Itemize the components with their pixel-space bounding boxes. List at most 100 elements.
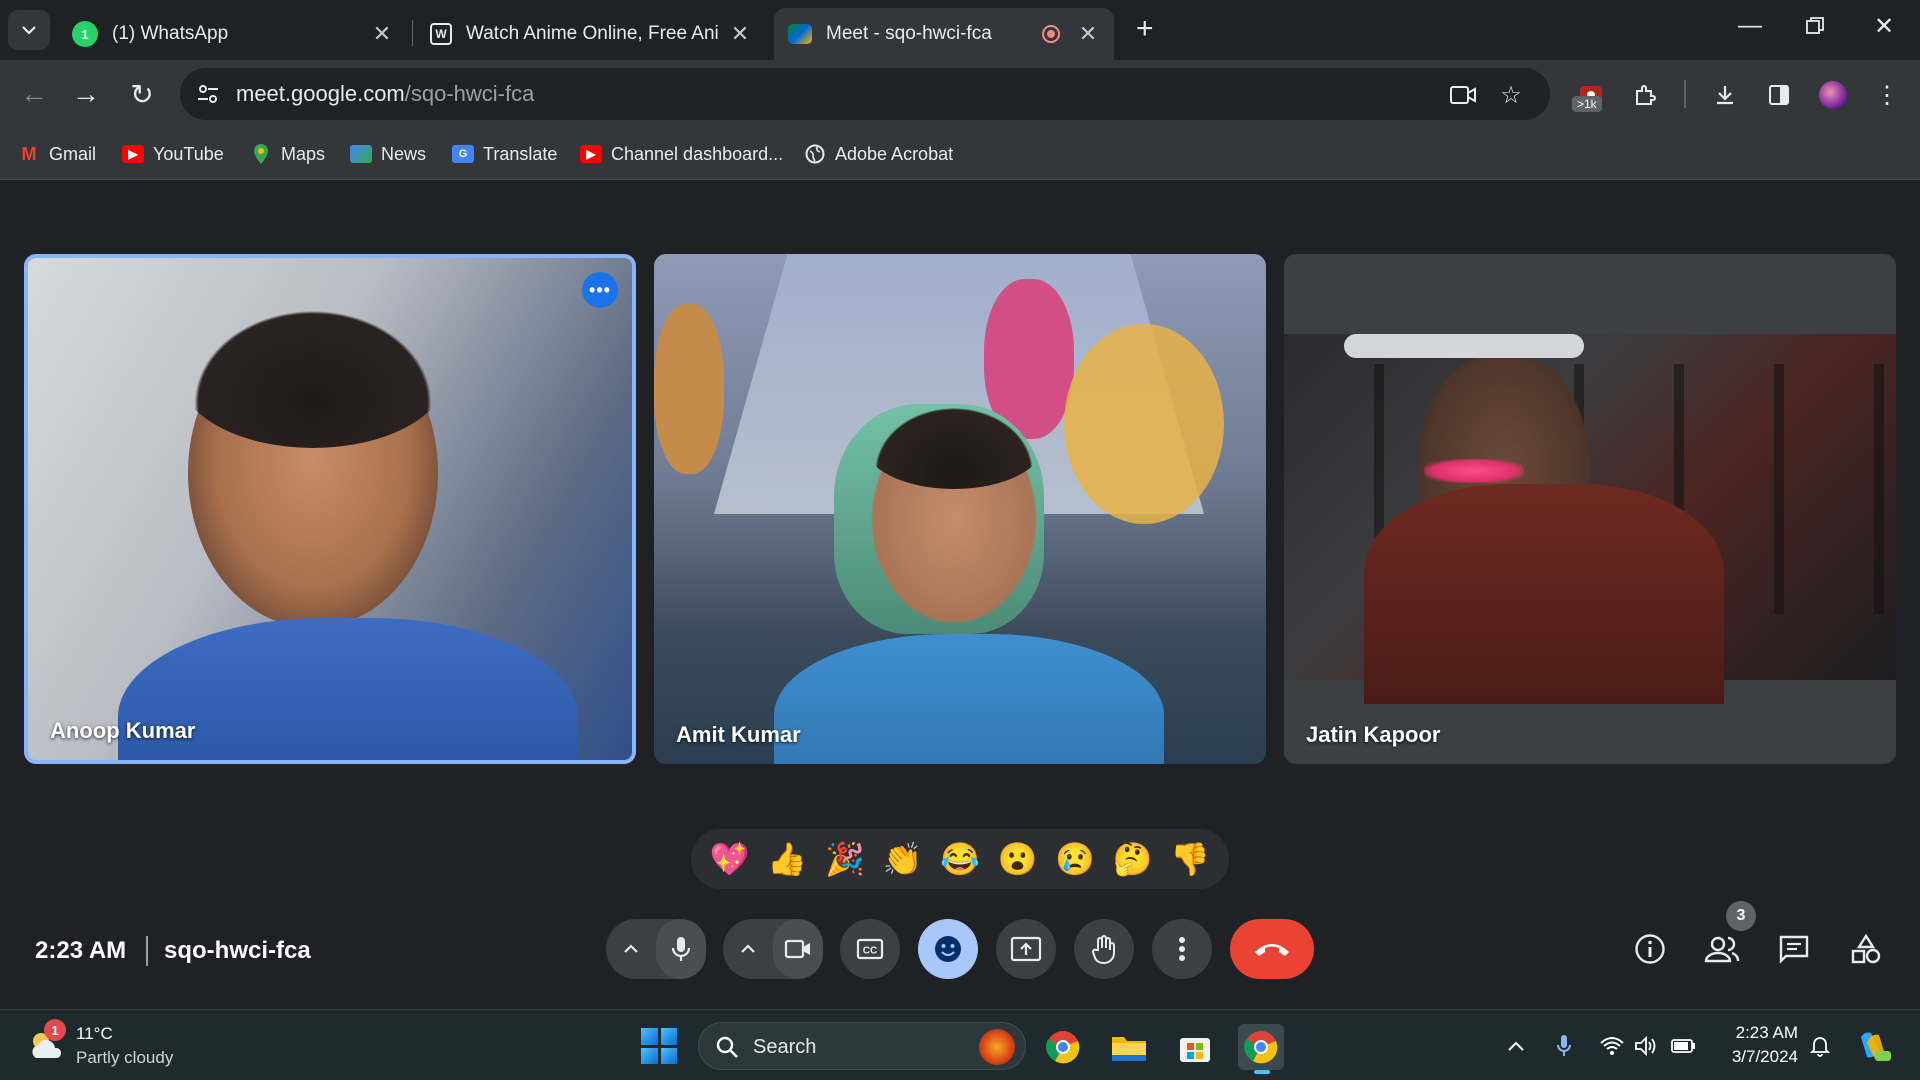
close-window-icon[interactable]: ✕ (1874, 12, 1894, 41)
bookmark-channel-dashboard[interactable]: ▶ Channel dashboard... (580, 140, 783, 168)
back-icon[interactable]: ← (16, 76, 52, 112)
url-path: /sqo-hwci-fca (404, 81, 535, 106)
battery-icon[interactable] (1670, 1032, 1698, 1060)
search-label: Search (753, 1036, 817, 1058)
tab-strip: 1 (1) WhatsApp ✕ W Watch Anime Online, F… (0, 0, 1920, 60)
taskbar-chrome[interactable] (1040, 1024, 1086, 1070)
camera-control (723, 919, 823, 979)
start-button[interactable] (641, 1028, 677, 1064)
clock-date[interactable]: 3/7/2024 (1722, 1047, 1798, 1067)
show-hidden-icons-chevron-icon[interactable] (1502, 1032, 1530, 1060)
downloads-icon[interactable] (1708, 78, 1742, 112)
taskbar-file-explorer[interactable] (1106, 1024, 1152, 1070)
more-options-button[interactable] (1152, 919, 1212, 979)
toolbar-divider (1684, 80, 1686, 108)
participant-tile[interactable]: Amit Kumar (654, 254, 1266, 764)
youtube-icon: ▶ (580, 145, 602, 163)
restore-icon[interactable] (1806, 14, 1824, 42)
bookmark-label: Maps (281, 143, 326, 164)
close-tab-icon[interactable]: ✕ (1076, 21, 1100, 47)
microphone-control (606, 919, 706, 979)
site-info-icon[interactable] (194, 80, 222, 108)
chat-button[interactable] (1774, 929, 1814, 969)
bookmark-news[interactable]: News (350, 140, 426, 168)
folder-icon (1112, 1037, 1146, 1061)
microphone-toggle-button[interactable] (656, 919, 706, 979)
volume-icon[interactable] (1632, 1032, 1660, 1060)
bookmark-adobe-acrobat[interactable]: Adobe Acrobat (804, 140, 953, 168)
camera-toggle-button[interactable] (773, 919, 823, 979)
close-tab-icon[interactable]: ✕ (370, 21, 394, 47)
reload-icon[interactable]: ↻ (124, 76, 160, 112)
bookmark-star-icon[interactable]: ☆ (1496, 80, 1526, 110)
captions-button[interactable]: CC (840, 919, 900, 979)
extensions-puzzle-icon[interactable] (1628, 78, 1662, 112)
svg-text:CC: CC (863, 946, 877, 957)
participant-body (1364, 484, 1724, 704)
participant-name: Jatin Kapoor (1306, 722, 1441, 747)
side-panel-icon[interactable] (1762, 78, 1796, 112)
microsoft-store-icon (1180, 1038, 1210, 1062)
send-reaction-button[interactable] (918, 919, 978, 979)
gmail-icon: M (21, 143, 37, 164)
tab-separator (412, 20, 413, 46)
activities-button[interactable] (1846, 929, 1886, 969)
minimize-icon[interactable]: — (1738, 12, 1762, 40)
bookmark-translate[interactable]: G Translate (452, 140, 557, 168)
chrome-menu-icon[interactable]: ⋮ (1870, 78, 1904, 112)
news-icon (350, 145, 372, 163)
tab-anime[interactable]: W Watch Anime Online, Free Anim ✕ (416, 8, 766, 60)
video-options-chevron-icon[interactable] (723, 919, 773, 979)
reaction-laughing[interactable]: 😂 (940, 843, 980, 875)
globe-icon (804, 144, 826, 164)
forward-icon[interactable]: → (68, 76, 104, 112)
bookmark-label: Adobe Acrobat (835, 143, 954, 164)
close-tab-icon[interactable]: ✕ (728, 21, 752, 47)
profile-avatar[interactable] (1816, 78, 1850, 112)
address-bar[interactable]: meet.google.com/sqo-hwci-fca ☆ (180, 68, 1550, 120)
new-tab-button[interactable]: + (1136, 12, 1154, 46)
meet-stage: ••• Anoop Kumar Amit Kumar Jatin Kapoor … (0, 181, 1920, 1009)
people-button[interactable] (1702, 929, 1742, 969)
notifications-bell-icon[interactable] (1806, 1032, 1834, 1060)
url-text: meet.google.com/sqo-hwci-fca (236, 81, 534, 107)
info-icon (1635, 934, 1665, 964)
wifi-icon[interactable] (1598, 1032, 1626, 1060)
google-meet-icon (788, 24, 812, 44)
tab-search-button[interactable] (8, 10, 50, 50)
reaction-thumbs-up[interactable]: 👍 (767, 843, 807, 875)
taskbar-search[interactable]: Search (698, 1022, 1026, 1070)
audio-options-chevron-icon[interactable] (606, 919, 656, 979)
reaction-thinking[interactable]: 🤔 (1113, 843, 1153, 875)
tab-whatsapp[interactable]: 1 (1) WhatsApp ✕ (58, 8, 408, 60)
bookmark-gmail[interactable]: M Gmail (18, 140, 97, 168)
copilot-icon[interactable] (1854, 1028, 1892, 1064)
bookmark-maps[interactable]: Maps (250, 140, 325, 168)
clock-time[interactable]: 2:23 AM (1728, 1023, 1798, 1043)
reaction-crying[interactable]: 😢 (1055, 843, 1095, 875)
tab-meet[interactable]: Meet - sqo-hwci-fca ✕ (774, 8, 1114, 60)
camera-in-use-icon[interactable] (1448, 80, 1478, 110)
people-count-badge: 3 (1726, 901, 1756, 931)
bookmark-youtube[interactable]: ▶ YouTube (122, 140, 224, 168)
cloud-effect (1344, 334, 1584, 358)
participant-video-body (774, 634, 1164, 764)
taskbar-microsoft-store[interactable] (1172, 1024, 1218, 1070)
participant-tile[interactable]: ••• Anoop Kumar (24, 254, 636, 764)
present-screen-button[interactable] (996, 919, 1056, 979)
weather-temperature: 11°C (76, 1024, 113, 1043)
reaction-surprised[interactable]: 😮 (998, 843, 1038, 875)
reaction-sparkling-heart[interactable]: 💖 (710, 843, 750, 875)
reaction-clapping[interactable]: 👏 (882, 843, 922, 875)
raise-hand-button[interactable] (1074, 919, 1134, 979)
extension-badge: >1k (1572, 96, 1602, 112)
leave-call-button[interactable] (1230, 919, 1314, 979)
taskbar-chrome-active[interactable] (1238, 1024, 1284, 1074)
more-options-button[interactable]: ••• (582, 272, 618, 308)
reaction-thumbs-down[interactable]: 👎 (1170, 843, 1210, 875)
meeting-details-button[interactable] (1630, 929, 1670, 969)
bookmark-label: Channel dashboard... (611, 143, 784, 164)
participant-tile[interactable]: Jatin Kapoor (1284, 254, 1896, 764)
microphone-tray-icon[interactable] (1550, 1032, 1578, 1060)
reaction-party-popper[interactable]: 🎉 (825, 843, 865, 875)
